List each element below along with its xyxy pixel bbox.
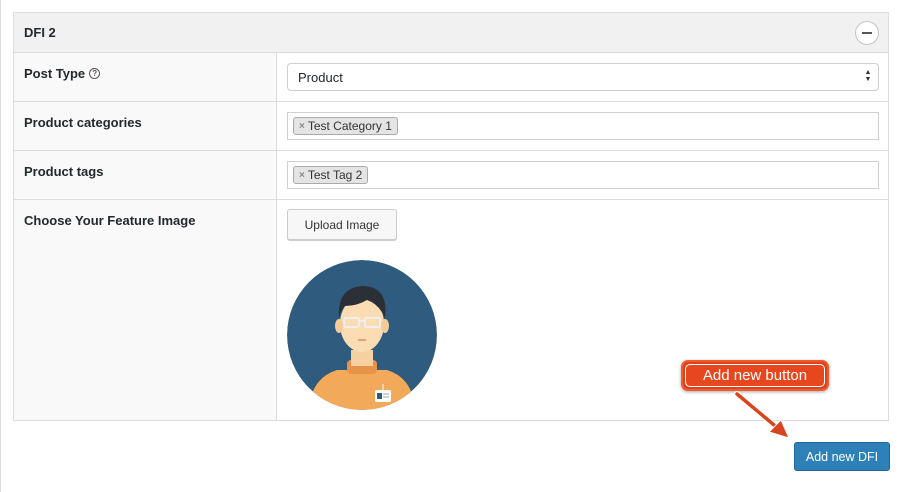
upload-image-button[interactable]: Upload Image bbox=[287, 209, 397, 240]
product-categories-label-text: Product categories bbox=[24, 115, 142, 130]
feature-image-preview bbox=[287, 260, 437, 410]
tag-chip: × Test Category 1 bbox=[293, 117, 398, 135]
row-divider bbox=[14, 150, 888, 151]
tag-chip-label: Test Tag 2 bbox=[307, 168, 363, 182]
product-tags-label-text: Product tags bbox=[24, 164, 104, 179]
post-type-select-value: Product bbox=[298, 70, 343, 85]
remove-tag-icon[interactable]: × bbox=[299, 170, 305, 181]
label-column bbox=[14, 53, 277, 420]
product-categories-label: Product categories bbox=[24, 115, 142, 130]
collapse-button[interactable] bbox=[855, 21, 879, 45]
row-divider bbox=[14, 199, 888, 200]
post-type-select[interactable]: Product ▲ ▼ bbox=[287, 63, 879, 91]
panel-title: DFI 2 bbox=[24, 25, 56, 40]
add-new-dfi-button[interactable]: Add new DFI bbox=[794, 442, 890, 471]
page-border bbox=[0, 0, 1, 492]
feature-image-label: Choose Your Feature Image bbox=[24, 213, 195, 228]
product-tags-input[interactable]: × Test Tag 2 bbox=[287, 161, 879, 189]
annotation-callout-text: Add new button bbox=[685, 364, 825, 387]
feature-image-label-text: Choose Your Feature Image bbox=[24, 213, 196, 228]
product-tags-label: Product tags bbox=[24, 164, 103, 179]
row-divider bbox=[14, 101, 888, 102]
panel-header[interactable]: DFI 2 bbox=[14, 13, 888, 53]
help-icon[interactable]: ? bbox=[89, 68, 101, 79]
product-categories-input[interactable]: × Test Category 1 bbox=[287, 112, 879, 140]
remove-tag-icon[interactable]: × bbox=[299, 121, 305, 132]
tag-chip: × Test Tag 2 bbox=[293, 166, 369, 184]
minus-icon bbox=[862, 32, 872, 34]
post-type-label-text: Post Type bbox=[24, 66, 86, 81]
post-type-label: Post Type ? bbox=[24, 66, 101, 81]
annotation-arrow-icon bbox=[734, 391, 790, 439]
select-arrows-icon: ▲ ▼ bbox=[864, 69, 872, 83]
tag-chip-label: Test Category 1 bbox=[307, 119, 392, 133]
annotation-callout: Add new button bbox=[681, 360, 829, 391]
